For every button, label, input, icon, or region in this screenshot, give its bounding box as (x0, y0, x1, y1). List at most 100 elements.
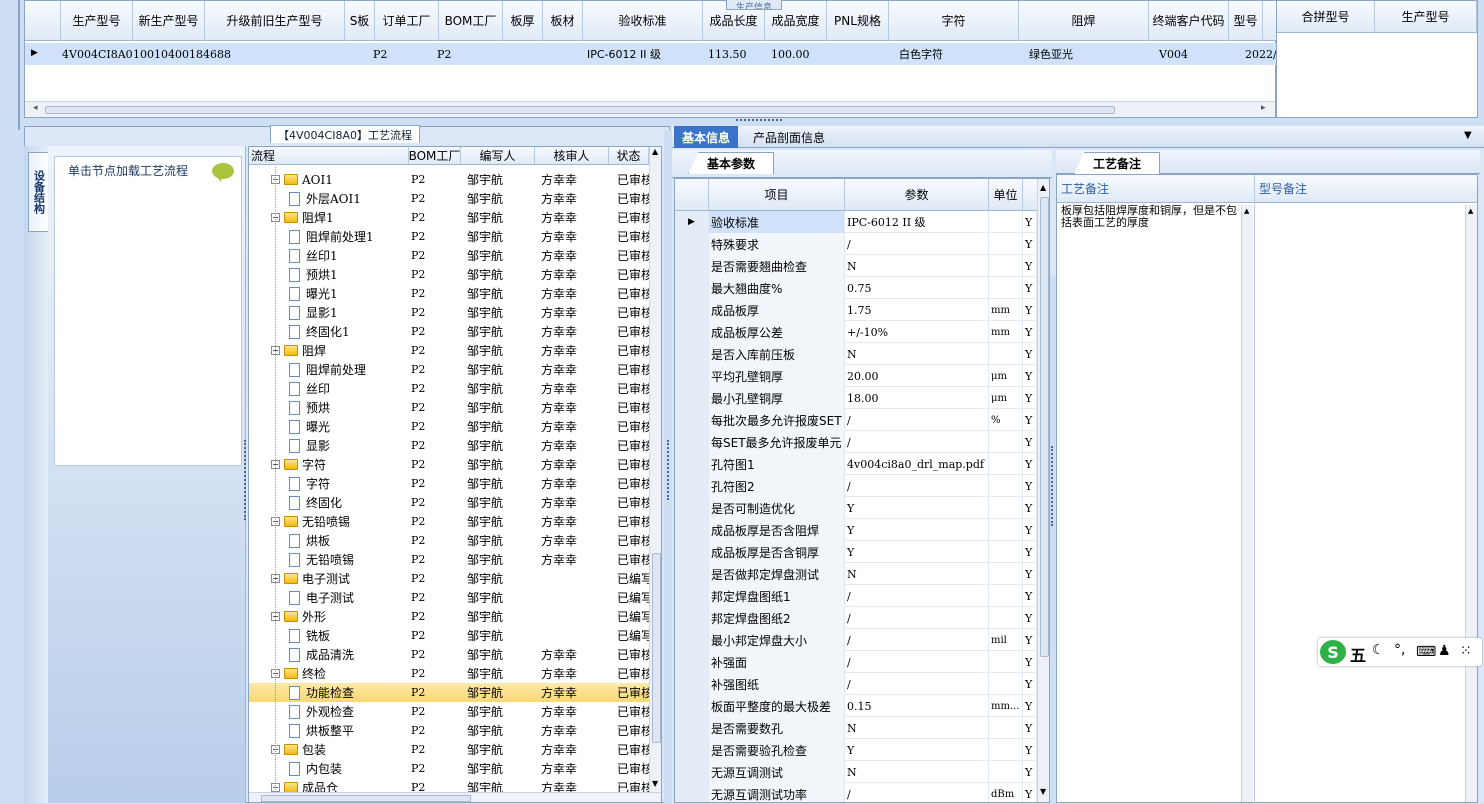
tree-node-label[interactable]: 电子测试 (302, 570, 350, 587)
cell-reviewer[interactable]: 方幸幸 (541, 455, 611, 474)
param-row[interactable]: 是否入库前压板 N Y (675, 343, 1037, 365)
tree-node-label[interactable]: 丝印 (306, 380, 330, 397)
col-solder[interactable]: 阻焊 (1019, 1, 1149, 41)
col-thickness[interactable]: 板厚 (503, 1, 543, 41)
cell-status[interactable]: 已审核 (617, 417, 649, 436)
cell-reviewer[interactable]: 方幸幸 (541, 341, 611, 360)
cell-value[interactable]: N (845, 717, 989, 739)
cell-author[interactable]: 邹宇航 (467, 284, 537, 303)
punct-icon[interactable]: °, (1394, 642, 1405, 658)
tree-node-label[interactable]: 显影1 (306, 304, 338, 321)
col-unit[interactable]: 单位 (989, 179, 1023, 211)
tab-basic-info[interactable]: 基本信息 (674, 126, 738, 148)
param-row[interactable]: 是否做邦定焊盘测试 N Y (675, 563, 1037, 585)
cell-char[interactable]: 白色字符 (899, 43, 1029, 65)
cell-author[interactable]: 邹宇航 (467, 550, 537, 569)
tree-node-label[interactable]: 预烘 (306, 399, 330, 416)
cell-bom[interactable]: P2 (411, 683, 459, 702)
tree-row[interactable]: −阻焊P2邹宇航方幸幸已审核 (249, 341, 661, 360)
cell-author[interactable]: 邹宇航 (467, 227, 537, 246)
cell-status[interactable]: 已审核 (617, 531, 649, 550)
cell-value[interactable]: / (845, 673, 989, 695)
dropdown-arrow-icon[interactable]: ▼ (1464, 130, 1472, 141)
cell-reviewer[interactable]: 方幸幸 (541, 265, 611, 284)
cell-value[interactable]: / (845, 585, 989, 607)
cell-reviewer[interactable]: 方幸幸 (541, 645, 611, 664)
col-customer[interactable]: 终端客户代码 (1149, 1, 1229, 41)
tree-node-label[interactable]: 终固化1 (306, 323, 350, 340)
cell-solder[interactable]: 绿色亚光 (1029, 43, 1159, 65)
col-model[interactable]: 型号 (1229, 1, 1263, 41)
cell-author[interactable]: 邹宇航 (467, 702, 537, 721)
cell-status[interactable]: 已审核 (617, 189, 649, 208)
cell-bom[interactable]: P2 (411, 740, 459, 759)
cell-bom[interactable]: P2 (411, 455, 459, 474)
param-row[interactable]: 每批次最多允许报废SET /% Y (675, 409, 1037, 431)
tree-node-label[interactable]: 阻焊前处理1 (306, 228, 374, 245)
param-row[interactable]: 无源互调测试 N Y (675, 761, 1037, 783)
splitter-grip[interactable] (736, 119, 782, 124)
tree-row[interactable]: 成品清洗 P2 邹宇航方幸幸已审核 (249, 645, 661, 664)
process-tree[interactable]: 流程 BOM工厂 编写人 核审人 状态 −AOI1P2邹宇航方幸幸已审核外层AO… (248, 146, 662, 803)
cell-bom[interactable]: P2 (411, 588, 459, 607)
cell-reviewer[interactable]: 方幸幸 (541, 436, 611, 455)
cell-status[interactable]: 已编写 (617, 626, 649, 645)
param-row[interactable]: 平均孔壁铜厚 20.00 μm Y (675, 365, 1037, 387)
cell-value[interactable]: Y (845, 519, 989, 541)
cell-bom[interactable]: P2 (411, 208, 459, 227)
cell-author[interactable]: 邹宇航 (467, 721, 537, 740)
tree-row[interactable]: −AOI1P2邹宇航方幸幸已审核 (249, 170, 661, 189)
param-row[interactable]: 成品板厚是否含阻焊 Y Y (675, 519, 1037, 541)
cell-author[interactable]: 邹宇航 (467, 170, 537, 189)
tree-node-label[interactable]: 终检 (302, 665, 326, 682)
cell-reviewer[interactable] (541, 607, 611, 626)
cell-author[interactable]: 邹宇航 (467, 607, 537, 626)
param-row[interactable]: 邦定焊盘图纸2/ Y (675, 607, 1037, 629)
tree-node-label[interactable]: 烘板整平 (306, 722, 354, 739)
tree-row[interactable]: 丝印1 P2 邹宇航方幸幸已审核 (249, 246, 661, 265)
cell-length[interactable]: 113.50 (708, 43, 768, 65)
cell-author[interactable]: 邹宇航 (467, 512, 537, 531)
tree-node-label[interactable]: 无铅喷锡 (306, 551, 354, 568)
tree-node-label[interactable]: 丝印1 (306, 247, 338, 264)
cell-value[interactable]: / (845, 651, 989, 673)
cell-author[interactable]: 邹宇航 (467, 626, 537, 645)
cell-status[interactable]: 已审核 (617, 170, 649, 189)
cell-value[interactable]: N (845, 563, 989, 585)
cell-reviewer[interactable] (541, 626, 611, 645)
cell-bom[interactable]: P2 (411, 322, 459, 341)
col-bom-factory[interactable]: BOM工厂 (439, 1, 503, 41)
cell-status[interactable]: 已审核 (617, 360, 649, 379)
tree-row[interactable]: −电子测试P2邹宇航已编写 (249, 569, 661, 588)
cell-author[interactable]: 邹宇航 (467, 379, 537, 398)
tree-node-label[interactable]: 外层AOI1 (306, 190, 361, 207)
cell-author[interactable]: 邹宇航 (467, 265, 537, 284)
tab-basic-params[interactable]: 基本参数 (688, 152, 774, 174)
cell-value[interactable]: 20.00 (845, 365, 989, 387)
tree-row[interactable]: 显影1 P2 邹宇航方幸幸已审核 (249, 303, 661, 322)
cell-status[interactable]: 已审核 (617, 493, 649, 512)
param-row[interactable]: 每SET最多允许报废单元 / Y (675, 431, 1037, 453)
cell-status[interactable]: 已审核 (617, 322, 649, 341)
cell-author[interactable]: 邹宇航 (467, 759, 537, 778)
cell-author[interactable]: 邹宇航 (467, 588, 537, 607)
cell-order-factory[interactable]: P2 (373, 43, 403, 65)
cell-author[interactable]: 邹宇航 (467, 417, 537, 436)
cell-status[interactable]: 已审核 (617, 265, 649, 284)
tree-row[interactable]: 终固化1 P2 邹宇航方幸幸已审核 (249, 322, 661, 341)
tree-node-label[interactable]: 曝光 (306, 418, 330, 435)
process-note-text[interactable]: 板厚包括阻焊厚度和铜厚，但是不包括表面工艺的厚度 (1061, 205, 1237, 229)
cell-status[interactable]: 已审核 (617, 284, 649, 303)
tab-equipment-structure[interactable]: 设备结构 (28, 152, 48, 232)
cell-value[interactable]: Y (845, 497, 989, 519)
param-row[interactable]: 补强图纸 / Y (675, 673, 1037, 695)
process-note-scrollbar[interactable]: ▲ (1241, 205, 1253, 802)
cell-status[interactable]: 已审核 (617, 208, 649, 227)
ime-mode-label[interactable]: 五 (1350, 642, 1366, 666)
tree-row[interactable]: 无铅喷锡 P2 邹宇航方幸幸已审核 (249, 550, 661, 569)
cell-bom[interactable]: P2 (411, 398, 459, 417)
tree-node-label[interactable]: 曝光1 (306, 285, 338, 302)
tree-row[interactable]: −外形P2邹宇航已编写 (249, 607, 661, 626)
cell-bom-factory[interactable]: P2 (437, 43, 467, 65)
tree-row[interactable]: −无铅喷锡P2邹宇航方幸幸已审核 (249, 512, 661, 531)
